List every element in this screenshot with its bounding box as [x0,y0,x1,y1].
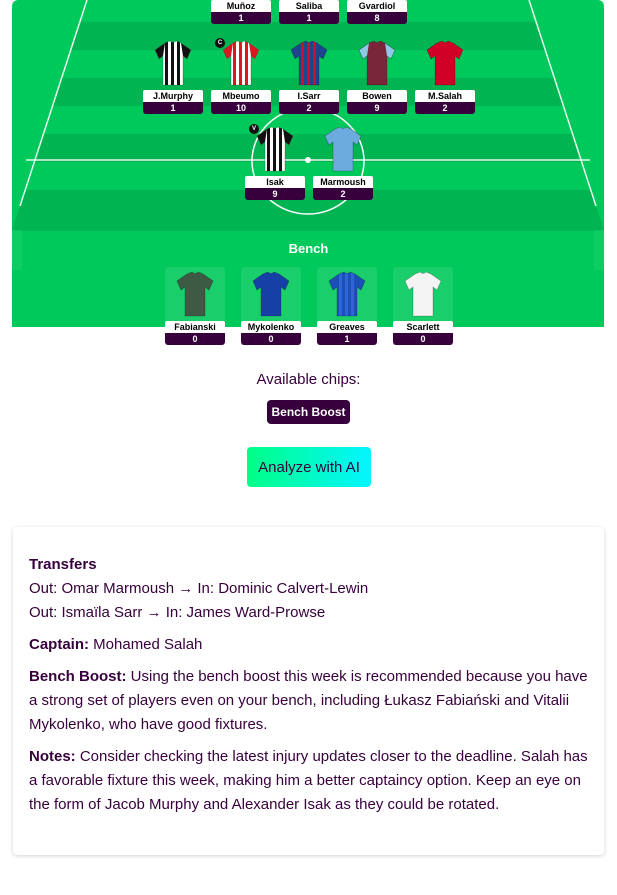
player-name: Bowen [347,90,407,102]
shirt-icon [317,267,377,321]
player-name: M.Salah [415,90,475,102]
shirt-icon [241,267,301,321]
shirt-icon [415,36,475,90]
bench-boost-label: Bench Boost: [29,668,127,685]
shirt-icon [279,36,339,90]
player-points: 2 [415,102,475,114]
player-name: J.Murphy [143,90,203,102]
bench-boost-section: Bench Boost: Using the bench boost this … [29,665,588,737]
player-points: 8 [347,12,407,24]
player-name: Saliba [279,0,339,12]
bench-boost-chip[interactable]: Bench Boost [267,400,350,424]
captain-label: Captain: [29,636,89,653]
captain-section: Captain: Mohamed Salah [29,633,588,657]
analyze-with-ai-button[interactable]: Analyze with AI [247,447,371,487]
vice-captain-badge: V [249,124,259,134]
pitch: Muñoz 1 Saliba 1 Gvardiol 8 J.Murphy 1 C… [12,0,604,345]
player-name: Scarlett [393,321,453,333]
player-name: Isak [245,176,305,188]
analysis-card: Transfers Out: Omar Marmoush → In: Domin… [13,527,604,855]
player-name: Mykolenko [241,321,301,333]
player-points: 2 [279,102,339,114]
shirt-icon [347,36,407,90]
player-name: Muñoz [211,0,271,12]
transfer-line: Out: Ismaïla Sarr → In: James Ward-Prows… [29,604,326,621]
captain-badge: C [215,38,225,48]
captain-value: Mohamed Salah [89,636,203,653]
player-points: 1 [279,12,339,24]
player-points: 0 [241,333,301,345]
notes-section: Notes: Consider checking the latest inju… [29,745,588,817]
shirt-icon [165,267,225,321]
player-name: Marmoush [313,176,373,188]
player-name: Fabianski [165,321,225,333]
notes-text: Consider checking the latest injury upda… [29,748,588,813]
player-points: 10 [211,102,271,114]
player-name: I.Sarr [279,90,339,102]
player-points: 1 [211,12,271,24]
player-points: 1 [143,102,203,114]
shirt-icon [143,36,203,90]
player-points: 9 [245,188,305,200]
transfer-line: Out: Omar Marmoush → In: Dominic Calvert… [29,580,369,597]
player-points: 2 [313,188,373,200]
bench-heading: Bench [288,241,329,256]
player-name: Gvardiol [347,0,407,12]
notes-label: Notes: [29,748,76,765]
player-name: Mbeumo [211,90,271,102]
shirt-icon [313,122,373,176]
player-name: Greaves [317,321,377,333]
transfers-heading: Transfers [29,556,97,573]
shirt-icon [393,267,453,321]
player-points: 9 [347,102,407,114]
player-points: 1 [317,333,377,345]
chips-label: Available chips: [256,371,361,388]
player-points: 0 [393,333,453,345]
player-points: 0 [165,333,225,345]
